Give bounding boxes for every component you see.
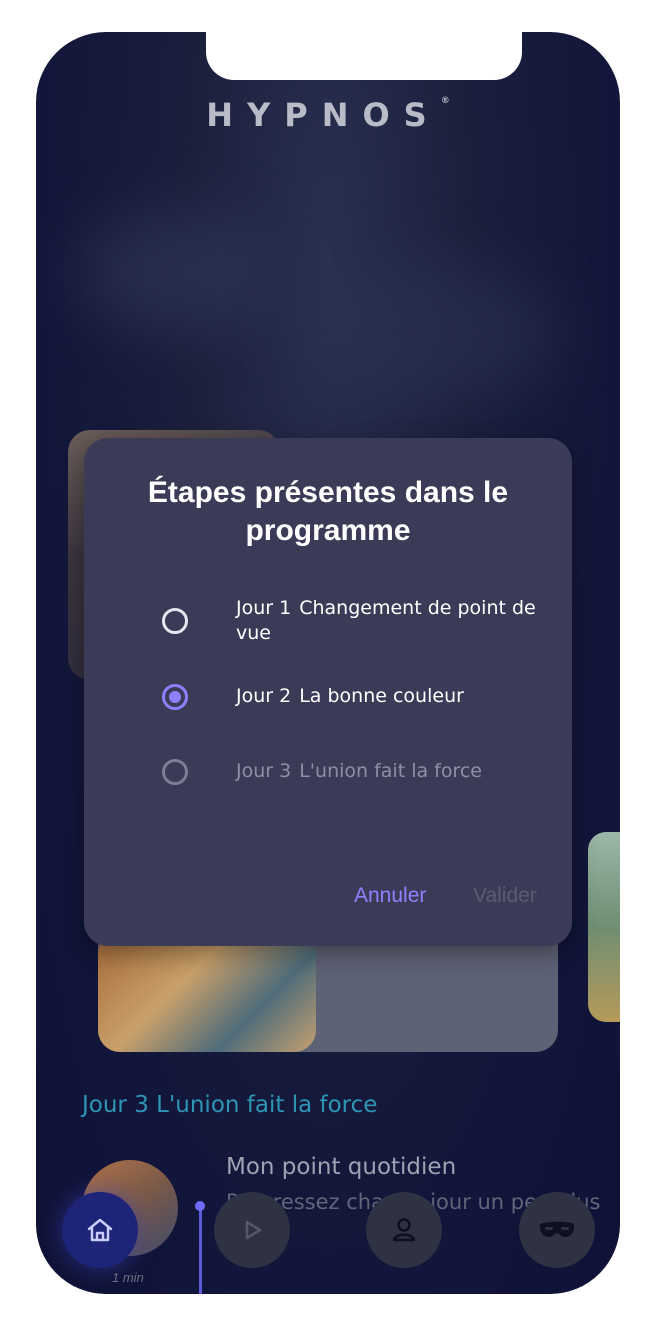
profile-icon	[392, 1218, 416, 1242]
daily-point-title: Mon point quotidien	[226, 1154, 457, 1180]
step-day: Jour 3	[236, 760, 292, 782]
radio-button-unchecked[interactable]	[162, 608, 188, 634]
program-steps-dialog: Étapes présentes dans le programme Jour …	[84, 438, 572, 946]
background-blur	[76, 212, 276, 332]
step-day: Jour 1	[236, 597, 292, 619]
home-icon	[87, 1218, 113, 1242]
nav-sleep-button[interactable]	[519, 1192, 595, 1268]
dialog-title: Étapes présentes dans le programme	[147, 476, 509, 547]
cancel-button[interactable]: Annuler	[354, 884, 426, 908]
duration-label: 1 min	[112, 1270, 144, 1285]
hypnos-logo: HYPNOS®	[36, 96, 620, 134]
radio-button-disabled	[162, 759, 188, 785]
nav-play-button[interactable]	[214, 1192, 290, 1268]
step-option-label: Jour 1 Changement de point de vue	[236, 596, 536, 646]
logo-text: HYPNOS	[206, 96, 441, 134]
timeline-line	[199, 1210, 202, 1294]
session-card-photo	[98, 932, 316, 1052]
validate-button[interactable]: Valider	[473, 884, 537, 908]
registered-mark: ®	[440, 96, 450, 106]
nav-home-button[interactable]	[62, 1192, 138, 1268]
background-blur	[296, 262, 556, 402]
day-3-heading: Jour 3 L'union fait la force	[82, 1092, 378, 1118]
step-option-label: Jour 2 La bonne couleur	[236, 684, 536, 709]
step-title: L'union fait la force	[299, 760, 483, 782]
step-title: La bonne couleur	[299, 685, 464, 707]
device-notch	[206, 32, 522, 80]
play-icon	[245, 1220, 262, 1240]
step-option-label: Jour 3 L'union fait la force	[236, 759, 536, 784]
sleep-mask-icon	[539, 1221, 575, 1237]
nav-profile-button[interactable]	[366, 1192, 442, 1268]
radio-button-checked[interactable]	[162, 684, 188, 710]
step-day: Jour 2	[236, 685, 292, 707]
next-session-card[interactable]	[588, 832, 620, 1022]
